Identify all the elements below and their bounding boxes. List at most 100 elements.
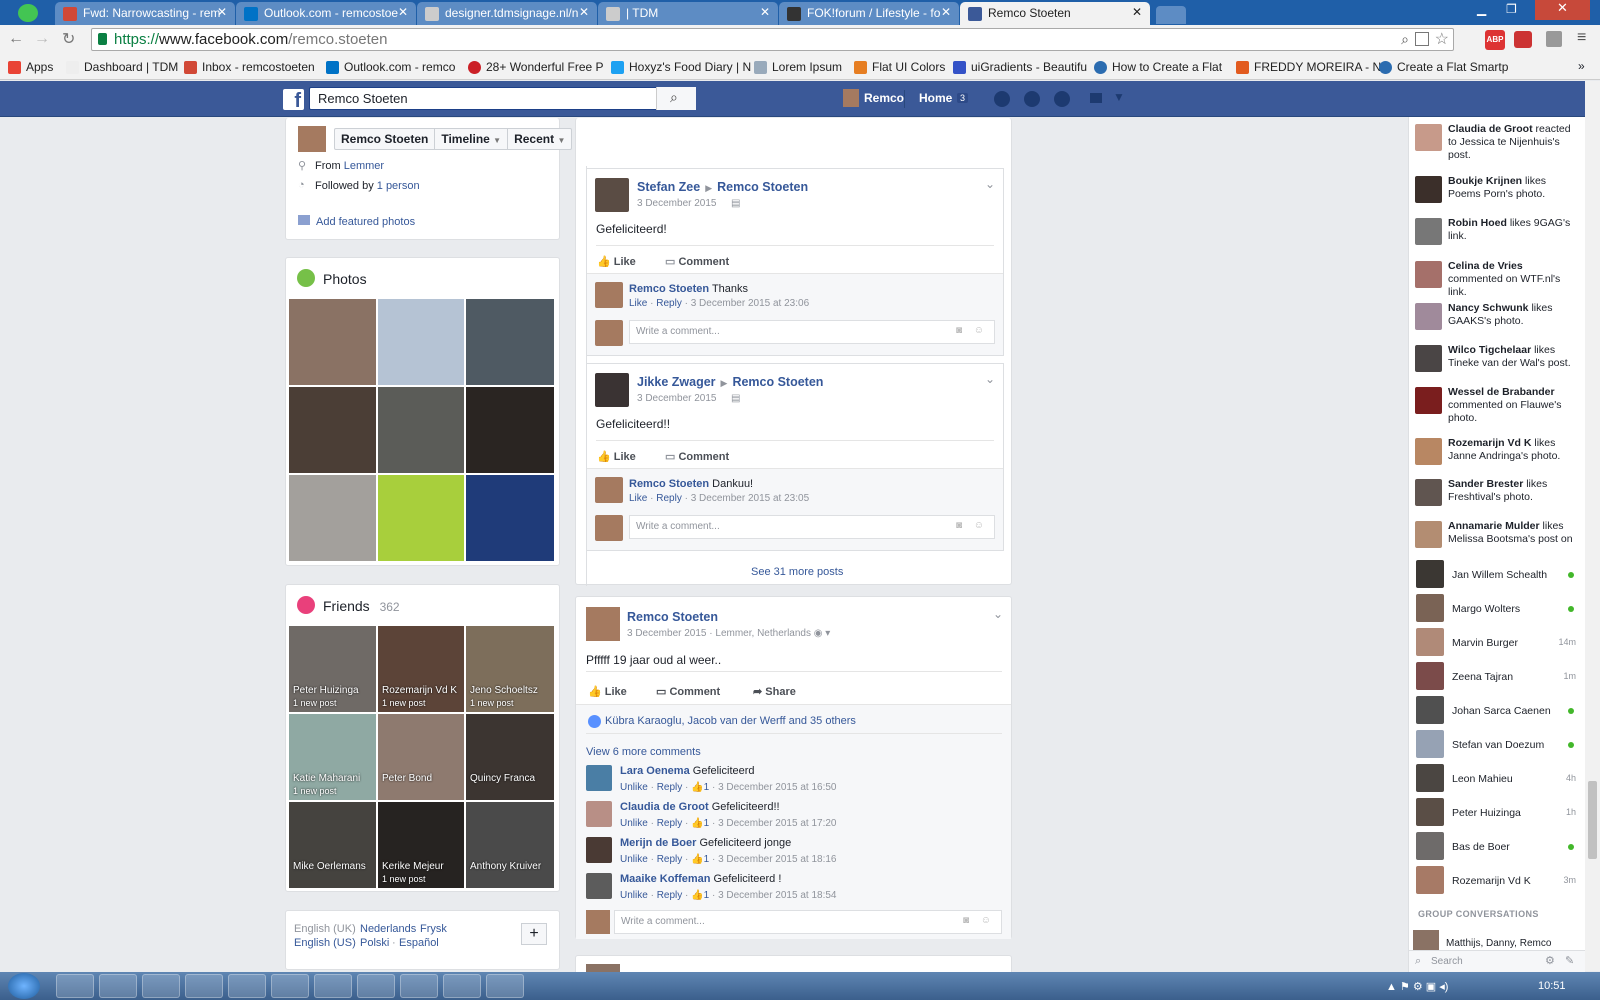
comment-author[interactable]: Claudia de Groot — [620, 801, 709, 813]
ticker-item[interactable]: Boukje Krijnen likes Poems Porn's photo. — [1448, 175, 1580, 201]
comment-date[interactable]: 3 December 2015 at 16:50 — [718, 782, 836, 793]
post-date[interactable]: 3 December 2015 — [637, 393, 717, 404]
comment-button[interactable]: ▭ Comment — [656, 685, 720, 698]
ticker-name[interactable]: Claudia de Groot — [1448, 123, 1533, 135]
start-button[interactable] — [8, 973, 40, 999]
close-icon[interactable]: ✕ — [579, 5, 589, 19]
whatsapp-icon[interactable] — [18, 4, 38, 22]
bookmark-item[interactable]: uiGradients - Beautifu — [953, 60, 1087, 74]
avatar[interactable] — [1415, 261, 1442, 288]
photo-thumbnail[interactable] — [378, 475, 464, 561]
avatar[interactable] — [1415, 124, 1442, 151]
tab-fokforum[interactable]: FOK!forum / Lifestyle - fo ✕ — [779, 2, 959, 25]
bookmark-item[interactable]: Lorem Ipsum — [754, 60, 842, 74]
ticker-name[interactable]: Annamarie Mulder — [1448, 520, 1540, 532]
taskbar-app[interactable] — [99, 974, 137, 998]
avatar[interactable] — [586, 801, 612, 827]
bookmark-item[interactable]: Flat UI Colors — [854, 60, 945, 74]
emoji-icon[interactable]: ☺ — [981, 915, 991, 926]
chat-search-bar[interactable]: ⌕ Search ⚙ ✎ — [1409, 950, 1585, 972]
avatar[interactable] — [1413, 930, 1439, 950]
more-bookmarks-icon[interactable]: » — [1578, 59, 1585, 73]
friend-new-post[interactable]: 1 new post — [382, 874, 426, 884]
taskbar-illustrator[interactable] — [142, 974, 180, 998]
write-comment-input[interactable]: Write a comment... ◙ ☺ — [629, 320, 995, 344]
chat-contact[interactable]: Bas de Boer — [1416, 832, 1580, 862]
taskbar-paint[interactable] — [357, 974, 395, 998]
menu-icon[interactable]: ≡ — [1577, 29, 1586, 47]
friend-name[interactable]: Jeno Schoeltsz — [470, 685, 538, 696]
photo-thumbnail[interactable] — [378, 387, 464, 473]
chat-contact[interactable]: Margo Wolters — [1416, 594, 1580, 624]
ticker-item[interactable]: Wessel de Brabander commented on Flauwe'… — [1448, 386, 1580, 425]
friend-tile[interactable]: Katie Maharani 1 new post — [289, 714, 376, 800]
friend-tile[interactable]: Peter Bond — [378, 714, 464, 800]
ticker-item[interactable]: Claudia de Groot reacted to Jessica te N… — [1448, 123, 1580, 162]
chat-search-input[interactable]: Search — [1431, 956, 1463, 967]
nav-home[interactable]: Home — [919, 91, 952, 105]
close-icon[interactable]: ✕ — [1132, 5, 1142, 19]
chat-contact[interactable]: Zeena Tajran 1m — [1416, 662, 1580, 692]
ticker-name[interactable]: Wilco Tigchelaar — [1448, 344, 1531, 356]
friend-name[interactable]: Peter Bond — [382, 773, 432, 784]
youtube-icon[interactable] — [1514, 31, 1532, 48]
like-button[interactable]: 👍 Like — [597, 255, 636, 268]
avatar[interactable] — [586, 607, 620, 641]
from-link[interactable]: Lemmer — [344, 160, 384, 172]
friend-new-post[interactable]: 1 new post — [470, 698, 514, 708]
avatar[interactable] — [595, 373, 629, 407]
photo-thumbnail[interactable] — [466, 387, 554, 473]
nav-profile[interactable]: Remco — [864, 91, 904, 105]
new-tab-button[interactable] — [1156, 6, 1186, 24]
emoji-icon[interactable]: ☺ — [974, 520, 984, 531]
avatar[interactable] — [1415, 303, 1442, 330]
friend-name[interactable]: Quincy Franca — [470, 773, 535, 784]
comment-reply-link[interactable]: Reply — [657, 818, 683, 829]
unlike-link[interactable]: Unlike — [620, 782, 648, 793]
ticker-item[interactable]: Robin Hoed likes 9GAG's link. — [1448, 217, 1580, 243]
taskbar-calculator[interactable] — [314, 974, 352, 998]
share-button[interactable]: ➦ Share — [753, 685, 796, 698]
tab-tdm[interactable]: | TDM ✕ — [598, 2, 778, 25]
avatar[interactable] — [586, 873, 612, 899]
avatar[interactable] — [595, 282, 623, 308]
language-link[interactable]: Polski — [360, 937, 389, 949]
taskbar-notes[interactable] — [486, 974, 524, 998]
bookmark-item[interactable]: Create a Flat Smartph — [1379, 60, 1509, 74]
taskbar-explorer[interactable] — [271, 974, 309, 998]
search-icon[interactable]: ⌕ — [1401, 31, 1409, 48]
gear-icon[interactable]: ⚙ — [1545, 954, 1555, 967]
recent-dropdown[interactable]: Recent ▼ — [508, 129, 571, 149]
friend-name[interactable]: Mike Oerlemans — [293, 861, 366, 872]
group-conversation-item[interactable]: Matthijs, Danny, Remco — [1446, 938, 1551, 949]
ticker-name[interactable]: Boukje Krijnen — [1448, 175, 1522, 187]
ticker-name[interactable]: Sander Brester — [1448, 478, 1523, 490]
taskbar-app[interactable] — [400, 974, 438, 998]
avatar[interactable] — [1415, 387, 1442, 414]
avatar[interactable] — [1415, 218, 1442, 245]
avatar[interactable] — [595, 477, 623, 503]
bookmark-item[interactable]: Dashboard | TDM — [66, 60, 178, 74]
reply-author[interactable]: Remco Stoeten — [629, 283, 709, 295]
comment-button[interactable]: ▭ Comment — [665, 450, 729, 463]
write-comment-input[interactable]: Write a comment... ◙ ☺ — [629, 515, 995, 539]
friend-tile[interactable]: Jeno Schoeltsz 1 new post — [466, 626, 554, 712]
language-link[interactable]: Nederlands — [360, 923, 416, 935]
reply-date[interactable]: 3 December 2015 at 23:05 — [691, 493, 809, 504]
see-more-posts-link[interactable]: See 31 more posts — [751, 566, 843, 578]
comment-date[interactable]: 3 December 2015 at 18:16 — [718, 854, 836, 865]
friend-tile[interactable]: Anthony Kruiver — [466, 802, 554, 888]
post-author[interactable]: Stefan Zee — [637, 180, 700, 194]
avatar[interactable] — [843, 89, 859, 107]
address-bar[interactable]: https://www.facebook.com/remco.stoeten ⌕… — [91, 28, 1454, 51]
avatar[interactable] — [1415, 345, 1442, 372]
reply-like-link[interactable]: Like — [629, 493, 647, 504]
chat-contact[interactable]: Peter Huizinga 1h — [1416, 798, 1580, 828]
comment-like-count[interactable]: 👍1 — [691, 890, 709, 901]
bookmark-item[interactable]: Outlook.com - remco — [326, 60, 455, 74]
ticker-name[interactable]: Celina de Vries — [1448, 260, 1523, 272]
post-date[interactable]: 3 December 2015 — [627, 628, 707, 639]
chat-contact[interactable]: Marvin Burger 14m — [1416, 628, 1580, 658]
reply-reply-link[interactable]: Reply — [656, 298, 682, 309]
photo-thumbnail[interactable] — [289, 475, 376, 561]
